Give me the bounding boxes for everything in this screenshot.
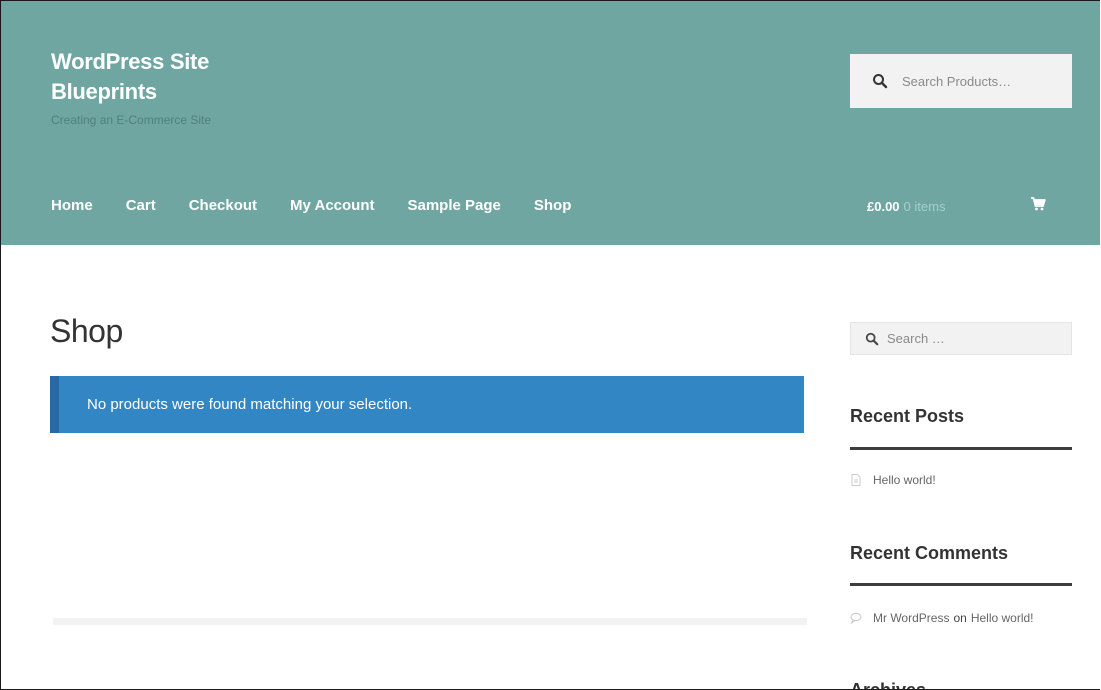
site-title[interactable]: WordPress Site Blueprints bbox=[51, 47, 311, 107]
page-title: Shop bbox=[50, 313, 123, 349]
recent-comments-title: Recent Comments bbox=[850, 543, 1009, 563]
site-tagline: Creating an E-Commerce Site bbox=[51, 113, 212, 127]
sidebar-search-input[interactable] bbox=[887, 331, 1057, 346]
nav-my-account[interactable]: My Account bbox=[290, 197, 374, 214]
product-search bbox=[850, 54, 1072, 108]
cart-amount: £0.00 bbox=[867, 199, 900, 214]
nav-checkout[interactable]: Checkout bbox=[189, 197, 257, 214]
document-icon bbox=[850, 474, 862, 486]
comment-author-link[interactable]: Mr WordPress bbox=[873, 611, 949, 625]
recent-comments-rule bbox=[850, 583, 1072, 586]
site-title-line1[interactable]: WordPress Site bbox=[51, 47, 311, 77]
recent-post-link[interactable]: Hello world! bbox=[873, 473, 936, 487]
sidebar-search bbox=[850, 322, 1072, 355]
notice-text: No products were found matching your sel… bbox=[87, 396, 413, 413]
page-frame: WordPress Site Blueprints Creating an E-… bbox=[0, 0, 1100, 690]
recent-comment-item: Mr WordPress on Hello world! bbox=[850, 611, 1034, 625]
recent-posts-rule bbox=[850, 447, 1072, 450]
recent-post-item: Hello world! bbox=[850, 473, 936, 487]
comment-icon bbox=[850, 612, 862, 624]
comment-connector: on bbox=[953, 611, 967, 625]
recent-posts-title: Recent Posts bbox=[850, 406, 965, 426]
cart-icon[interactable] bbox=[1030, 196, 1046, 212]
comment-post-link[interactable]: Hello world! bbox=[971, 611, 1034, 625]
search-icon bbox=[865, 332, 879, 346]
primary-navigation: Home Cart Checkout My Account Sample Pag… bbox=[51, 197, 604, 214]
nav-sample-page[interactable]: Sample Page bbox=[408, 197, 501, 214]
nav-cart[interactable]: Cart bbox=[126, 197, 156, 214]
nav-home[interactable]: Home bbox=[51, 197, 93, 214]
site-header: WordPress Site Blueprints Creating an E-… bbox=[1, 1, 1100, 245]
info-notice: No products were found matching your sel… bbox=[50, 376, 804, 433]
search-icon bbox=[872, 73, 888, 89]
content-divider bbox=[53, 618, 807, 625]
header-cart-link[interactable]: £0.00 0 items bbox=[867, 199, 945, 214]
archives-title: Archives bbox=[850, 680, 927, 690]
site-title-line2[interactable]: Blueprints bbox=[51, 77, 311, 107]
product-search-input[interactable] bbox=[902, 73, 1052, 89]
cart-count: 0 items bbox=[903, 199, 946, 214]
nav-shop[interactable]: Shop bbox=[534, 197, 572, 214]
